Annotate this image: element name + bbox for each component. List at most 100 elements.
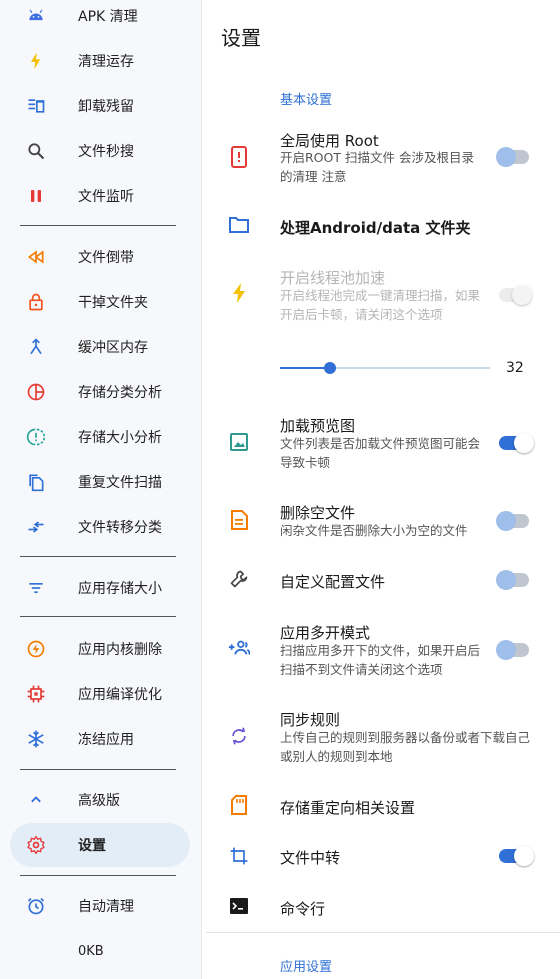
setting-subtitle: 闲杂文件是否删除大小为空的文件 — [280, 523, 468, 538]
sidebar-item-freeze-app[interactable]: 冻结应用 — [10, 717, 190, 761]
sidebar-divider — [20, 225, 176, 226]
sidebar-item-buffer-memory[interactable]: 缓冲区内存 — [10, 325, 190, 369]
chevron-up-icon — [26, 790, 46, 810]
lightning-icon — [228, 282, 250, 304]
sidebar-item-label: 重复文件扫描 — [78, 475, 162, 491]
sidebar-item-storage-size[interactable]: 0KB — [10, 929, 190, 973]
setting-title: 应用多开模式 — [280, 624, 371, 642]
merge-icon — [26, 337, 46, 357]
sidebar-item-file-transfer-category[interactable]: 文件转移分类 — [10, 505, 190, 549]
rewind-icon — [26, 247, 46, 267]
sidebar-item-app-storage-size[interactable]: 应用存储大小 — [10, 566, 190, 610]
setting-title: 处理Android/data 文件夹 — [280, 219, 471, 237]
power-bolt-icon — [26, 639, 46, 659]
sidebar-item-storage-size-analysis[interactable]: 存储大小分析 — [10, 415, 190, 459]
folder-icon — [228, 214, 250, 236]
phone-alert-icon — [228, 146, 250, 168]
settings-panel: 设置 基本设置 全局使用 Root 开启ROOT 扫描文件 会涉及根目录的清理 … — [202, 0, 560, 979]
terminal-icon — [228, 895, 250, 917]
filter-icon — [26, 578, 46, 598]
sidebar-item-premium[interactable]: 高级版 — [10, 778, 190, 822]
setting-title: 文件中转 — [280, 849, 341, 867]
sidebar-item-label: 文件秒搜 — [78, 144, 134, 160]
section-title-basic: 基本设置 — [280, 93, 333, 108]
setting-subtitle: 扫描应用多开下的文件，如果开启后扫描不到文件请关闭这个选项 — [280, 643, 481, 677]
sidebar-divider — [20, 616, 176, 617]
sidebar-item-auto-clean[interactable]: 自动清理 — [10, 884, 190, 928]
setting-title: 开启线程池加速 — [280, 269, 386, 287]
sidebar-item-label: 高级版 — [78, 793, 120, 809]
chip-icon — [26, 684, 46, 704]
snowflake-icon — [26, 729, 46, 749]
sidebar-item-label: APK 清理 — [78, 9, 138, 25]
document-icon — [228, 509, 250, 531]
sidebar-item-apk-clean[interactable]: APK 清理 — [10, 0, 190, 38]
alarm-icon — [26, 896, 46, 916]
setting-title: 加载预览图 — [280, 417, 356, 435]
sidebar-item-label: 文件监听 — [78, 189, 134, 205]
group-add-icon — [228, 637, 250, 659]
thread-count-slider[interactable] — [280, 362, 490, 374]
sidebar-item-app-compile-optimize[interactable]: 应用编译优化 — [10, 672, 190, 716]
sidebar-item-label: 冻结应用 — [78, 732, 134, 748]
sidebar-item-label: 清理运存 — [78, 54, 134, 70]
sidebar-item-label: 应用编译优化 — [78, 687, 162, 703]
gear-icon — [26, 835, 46, 855]
multi-open-toggle[interactable] — [496, 640, 529, 660]
section-title-app: 应用设置 — [280, 960, 333, 975]
toggle-knob — [496, 147, 516, 167]
wrench-icon — [228, 568, 250, 590]
image-icon — [228, 431, 250, 453]
setting-title: 同步规则 — [280, 711, 341, 729]
sidebar-item-label: 自动清理 — [78, 899, 134, 915]
toggle-knob — [514, 433, 534, 453]
transfer-icon — [26, 517, 46, 537]
sidebar-item-storage-category-analysis[interactable]: 存储分类分析 — [10, 370, 190, 414]
sidebar-item-label: 应用内核删除 — [78, 642, 162, 658]
custom-config-toggle[interactable] — [496, 570, 529, 590]
toggle-knob — [512, 285, 532, 305]
root-toggle[interactable] — [496, 147, 529, 167]
data-usage-icon — [26, 427, 46, 447]
sidebar-item-label: 卸载残留 — [78, 99, 134, 115]
file-transfer-toggle[interactable] — [499, 846, 534, 866]
navigation-sidebar: APK 清理 清理运存 卸载残留 文件秒搜 文件监听 文件倒带 干掉文件夹 缓冲… — [0, 0, 202, 979]
slider-fill — [280, 367, 331, 369]
sidebar-item-file-rewind[interactable]: 文件倒带 — [10, 235, 190, 279]
sidebar-item-app-kernel-delete[interactable]: 应用内核删除 — [10, 627, 190, 671]
sidebar-item-file-search[interactable]: 文件秒搜 — [10, 129, 190, 173]
toggle-knob — [514, 846, 534, 866]
slider-thumb[interactable] — [324, 362, 337, 374]
sidebar-item-label: 文件转移分类 — [78, 520, 162, 536]
slider-value: 32 — [506, 360, 524, 376]
search-icon — [26, 141, 46, 161]
page-title: 设置 — [221, 26, 261, 50]
setting-title: 自定义配置文件 — [280, 573, 386, 591]
toggle-knob — [496, 640, 516, 660]
pie-chart-icon — [26, 382, 46, 402]
sidebar-item-label: 存储大小分析 — [78, 430, 162, 446]
thread-pool-toggle[interactable] — [499, 285, 532, 305]
sidebar-item-uninstall-residue[interactable]: 卸载残留 — [10, 84, 190, 128]
sidebar-item-label: 设置 — [78, 838, 106, 854]
setting-title: 命令行 — [280, 900, 326, 918]
sidebar-item-label: 应用存储大小 — [78, 581, 162, 597]
sd-card-icon — [228, 794, 250, 816]
sidebar-item-clean-memory[interactable]: 清理运存 — [10, 39, 190, 83]
sidebar-item-label: 存储分类分析 — [78, 385, 162, 401]
sidebar-item-duplicate-file-scan[interactable]: 重复文件扫描 — [10, 460, 190, 504]
sidebar-item-settings[interactable]: 设置 — [10, 823, 190, 867]
sidebar-item-file-monitor[interactable]: 文件监听 — [10, 174, 190, 218]
sidebar-item-label: 0KB — [78, 943, 104, 959]
delete-empty-toggle[interactable] — [496, 511, 529, 531]
setting-title: 删除空文件 — [280, 504, 356, 522]
preview-toggle[interactable] — [499, 433, 534, 453]
toggle-knob — [496, 511, 516, 531]
crop-icon — [228, 845, 250, 867]
pause-icon — [26, 186, 46, 206]
android-icon — [26, 6, 46, 26]
uninstall-icon — [26, 96, 46, 116]
setting-subtitle: 开启ROOT 扫描文件 会涉及根目录的清理 注意 — [280, 150, 474, 184]
setting-subtitle: 文件列表是否加载文件预览图可能会导致卡顿 — [280, 436, 481, 470]
sidebar-item-kill-folder[interactable]: 干掉文件夹 — [10, 280, 190, 324]
